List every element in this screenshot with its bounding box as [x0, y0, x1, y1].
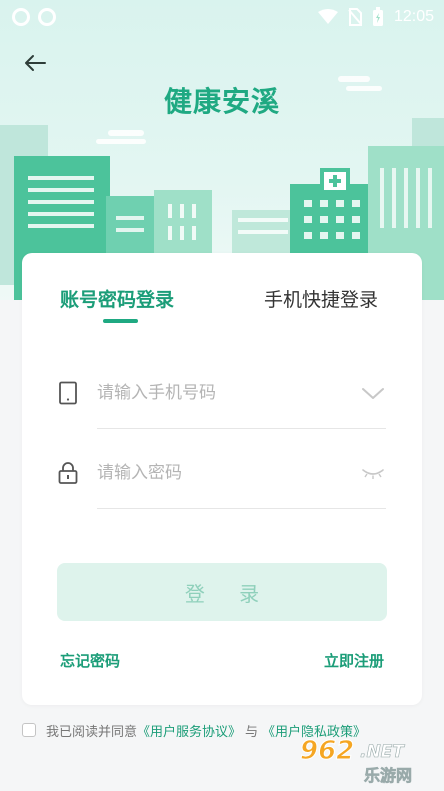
agreement-checkbox[interactable] [22, 723, 36, 737]
watermark-logo: 962 .NET 乐游网 [300, 736, 413, 786]
agreement-separator: 与 [245, 724, 259, 740]
wifi-icon [317, 9, 338, 24]
login-card: 账号密码登录 手机快捷登录 登 录 忘记密码 立即注册 [22, 253, 422, 705]
svg-text:.NET: .NET [360, 742, 405, 762]
register-link[interactable]: 立即注册 [324, 650, 384, 671]
arrow-left-icon [25, 55, 46, 71]
app-title: 健康安溪 [163, 85, 280, 118]
no-sim-icon [348, 8, 362, 26]
svg-text:962: 962 [300, 736, 354, 766]
forgot-password-link[interactable]: 忘记密码 [60, 650, 120, 671]
notification-icons [12, 8, 56, 26]
notification-icon [38, 8, 56, 26]
chevron-down-icon[interactable] [360, 383, 386, 403]
login-button[interactable]: 登 录 [57, 563, 387, 621]
tab-phone-quick[interactable]: 手机快捷登录 [264, 285, 378, 312]
phone-input[interactable] [97, 375, 347, 411]
back-button[interactable] [20, 50, 50, 76]
active-tab-indicator [103, 319, 138, 323]
password-input[interactable] [97, 455, 347, 491]
password-field [56, 443, 386, 509]
lock-icon [58, 462, 78, 484]
phone-divider [97, 428, 386, 429]
eye-closed-icon[interactable] [360, 463, 386, 483]
status-bar: 12:05 [0, 0, 444, 34]
service-agreement-link[interactable]: 《用户服务协议》 [137, 721, 241, 740]
agreement-prefix: 我已阅读并同意 [46, 724, 138, 740]
password-divider [97, 508, 386, 509]
phone-icon [59, 381, 77, 405]
notification-icon [12, 8, 30, 26]
svg-text:乐游网: 乐游网 [364, 766, 412, 785]
phone-field [56, 363, 386, 429]
tab-account-password[interactable]: 账号密码登录 [60, 285, 174, 312]
clock: 12:05 [393, 8, 434, 25]
battery-icon [372, 7, 383, 26]
login-tabs: 账号密码登录 手机快捷登录 [22, 285, 422, 325]
